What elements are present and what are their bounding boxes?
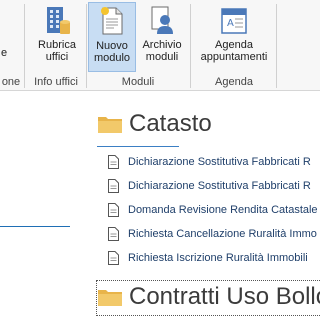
rubrica-label-line1: Rubrica [38, 39, 76, 51]
building-icon [47, 7, 70, 34]
archivio-moduli-button[interactable]: Archivio moduli [138, 2, 186, 72]
agenda-label-line2: appuntamenti [200, 51, 268, 63]
list-item-label: Richiesta Iscrizione Ruralità Immobili [128, 252, 308, 264]
ribbon: e one Rubrica uffici Info uffici Nuovo m… [0, 0, 320, 91]
rubrica-label-line2: uffici [45, 51, 69, 63]
new-document-icon [101, 7, 123, 35]
archivio-label-line2: moduli [145, 51, 179, 63]
info-uffici-group-label: Info uffici [34, 76, 78, 88]
list-item[interactable]: Dichiarazione Sostitutiva Fabbricati R [108, 176, 311, 196]
document-icon [108, 227, 119, 241]
list-item-label: Dichiarazione Sostitutiva Fabbricati R [128, 180, 311, 192]
nuovo-label-line1: Nuovo [96, 40, 128, 52]
section-title: Contratti Uso Bollo [129, 283, 320, 310]
partial-button-label: e [0, 47, 8, 59]
list-item-label: Domanda Revisione Rendita Catastale [128, 204, 318, 216]
document-icon [108, 203, 119, 217]
document-icon [108, 251, 119, 265]
list-item[interactable]: Richiesta Cancellazione Ruralità Immo [108, 224, 317, 244]
folder-icon [98, 290, 122, 306]
agenda-appuntamenti-button[interactable]: A Agenda appuntamenti [196, 2, 272, 72]
svg-text:A: A [227, 18, 234, 29]
list-item[interactable]: Domanda Revisione Rendita Catastale [108, 200, 318, 220]
folder-icon [98, 117, 122, 133]
agenda-label-line1: Agenda [215, 39, 253, 51]
group-separator [190, 4, 191, 88]
section-title: Catasto [129, 110, 212, 137]
list-item[interactable]: Richiesta Iscrizione Ruralità Immobili [108, 248, 308, 268]
moduli-group-label: Moduli [121, 76, 155, 88]
nuovo-label-line2: modulo [93, 52, 131, 64]
nuovo-modulo-button[interactable]: Nuovo modulo [88, 2, 136, 72]
partial-ribbon-button[interactable]: e [0, 2, 12, 72]
rubrica-uffici-button[interactable]: Rubrica uffici [30, 2, 84, 72]
group-separator [86, 4, 87, 88]
list-item-label: Dichiarazione Sostitutiva Fabbricati R [128, 156, 311, 168]
person-archive-icon [151, 6, 173, 34]
group-separator [276, 4, 277, 88]
archivio-label-line1: Archivio [142, 39, 182, 51]
list-item-label: Richiesta Cancellazione Ruralità Immo [128, 228, 317, 240]
partial-group-label: one [1, 76, 21, 88]
section-header-contratti-uso-bollo[interactable]: Contratti Uso Bollo [97, 283, 320, 311]
document-icon [108, 155, 119, 169]
left-panel-divider [0, 226, 70, 227]
document-icon [108, 179, 119, 193]
list-item[interactable]: Dichiarazione Sostitutiva Fabbricati R [108, 152, 311, 172]
agenda-group-label: Agenda [215, 76, 253, 88]
section-header-catasto[interactable]: Catasto [97, 110, 212, 138]
group-separator [24, 4, 25, 88]
section-underline [97, 146, 179, 147]
calendar-icon: A [221, 8, 247, 34]
